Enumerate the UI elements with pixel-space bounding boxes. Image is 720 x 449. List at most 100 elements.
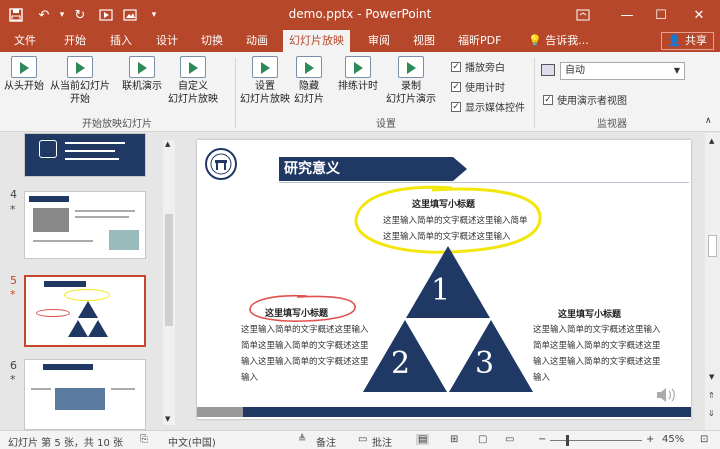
custom-slideshow-button[interactable]: 自定义 幻灯片放映 (168, 56, 218, 106)
group-label-monitor: 监视器 (597, 119, 627, 130)
comments-button[interactable]: 批注 (372, 434, 392, 449)
slide-thumbnail-panel: 4 * 5 * 6 * (0, 133, 178, 430)
tell-me-search[interactable]: 💡 告诉我... (522, 30, 595, 52)
chevron-down-icon: ▼ (673, 66, 680, 75)
slideshow-current-icon (67, 56, 93, 78)
slide-sorter-icon[interactable]: ⊞ (450, 434, 458, 445)
zoom-in-icon[interactable]: + (646, 434, 654, 445)
present-online-label: 联机演示 (122, 81, 162, 92)
tab-design[interactable]: 设计 (150, 30, 184, 52)
fit-to-window-icon[interactable]: ⊡ (700, 434, 708, 445)
minimize-icon[interactable]: — (612, 4, 642, 26)
play-narrations-checkbox[interactable]: ✓ 播放旁白 (451, 59, 505, 74)
monitor-icon (541, 64, 555, 76)
scroll-up-icon[interactable]: ▲ (165, 140, 170, 148)
speaker-icon[interactable] (655, 386, 677, 407)
show-media-controls-checkbox[interactable]: ✓ 显示媒体控件 (451, 99, 525, 114)
from-beginning-button[interactable]: 从头开始 (4, 56, 44, 93)
thumbnail-title (44, 281, 86, 287)
left-subheading[interactable]: 这里填写小标题 (265, 306, 328, 319)
normal-view-icon[interactable]: ▤ (416, 434, 430, 445)
slide-thumbnail-5[interactable] (24, 275, 146, 347)
title-bar: ↶ ▾ ↻ ▾ demo.pptx - PowerPoint — ☐ ✕ (0, 0, 720, 30)
title-underline (279, 182, 689, 183)
maximize-icon[interactable]: ☐ (646, 4, 676, 26)
top-subheading[interactable]: 这里填写小标题 (412, 197, 475, 210)
thumbnail-line (75, 216, 129, 218)
checkmark-icon: ✓ (451, 81, 461, 92)
slide-title[interactable]: 研究意义 (279, 157, 467, 181)
tab-file[interactable]: 文件 (8, 30, 42, 52)
scroll-thumb[interactable] (165, 214, 173, 326)
slide-thumbnail-6[interactable] (24, 359, 146, 430)
zoom-slider[interactable] (550, 440, 642, 441)
tab-transitions[interactable]: 切换 (195, 30, 229, 52)
thumbnail-title (29, 196, 69, 202)
previous-slide-icon[interactable]: ⇑ (708, 391, 715, 400)
tab-slideshow[interactable]: 幻灯片放映 (283, 30, 350, 52)
language-indicator[interactable]: 中文(中国) (168, 434, 216, 449)
scroll-down-icon[interactable]: ▼ (165, 415, 170, 423)
bottom-band (197, 407, 691, 417)
reading-view-icon[interactable]: ▢ (478, 434, 487, 445)
triangle-3-label: 3 (475, 346, 495, 381)
thumbnail-triangles (68, 301, 108, 337)
tell-me-label: 告诉我... (545, 34, 589, 47)
next-slide-icon[interactable]: ⇓ (708, 409, 715, 418)
hide-slide-button[interactable]: 隐藏 幻灯片 (294, 56, 324, 106)
tab-view[interactable]: 视图 (407, 30, 441, 52)
ribbon-display-icon[interactable] (568, 4, 598, 26)
thumbnail-title (43, 364, 93, 370)
slide-star: * (10, 288, 16, 301)
checkmark-icon: ✓ (543, 94, 553, 105)
present-online-icon (129, 56, 155, 78)
setup-slideshow-button[interactable]: 设置 幻灯片放映 (240, 56, 290, 106)
scroll-down-icon[interactable]: ▼ (709, 373, 714, 381)
tab-insert[interactable]: 插入 (104, 30, 138, 52)
thumbnail-scrollbar[interactable]: ▲ ▼ (163, 140, 175, 425)
right-body-text[interactable]: 这里输入简单的文字概述这里输入简单这里输入简单的文字概述这里输入这里输入简单的文… (533, 322, 663, 386)
present-online-button[interactable]: 联机演示 (122, 56, 162, 93)
rehearse-timer-icon (345, 56, 371, 78)
zoom-slider-thumb[interactable] (566, 435, 569, 446)
tab-animations[interactable]: 动画 (240, 30, 274, 52)
slide-canvas[interactable]: 研究意义 这里填写小标题 这里输入简单的文字概述这里输入简单这里输入简单的文字概… (197, 140, 691, 419)
group-divider (534, 58, 535, 128)
custom-slideshow-label: 自定义 幻灯片放映 (168, 81, 218, 105)
thumbnail-line (33, 240, 93, 242)
slide-scrollbar[interactable]: ▲ ▼ ⇑ ⇓ (705, 133, 720, 430)
zoom-level[interactable]: 45% (662, 434, 684, 445)
slideshow-view-icon[interactable]: ▭ (505, 434, 514, 445)
monitor-select[interactable]: 自动 ▼ (560, 62, 685, 80)
tab-home[interactable]: 开始 (58, 30, 92, 52)
hide-slide-label: 隐藏 幻灯片 (294, 81, 324, 105)
slide-thumbnail-3[interactable] (24, 133, 146, 177)
presenter-view-checkbox[interactable]: ✓ 使用演示者视图 (543, 92, 627, 107)
share-button[interactable]: 👤 共享 (660, 32, 714, 50)
slide-number: 4 (10, 188, 17, 201)
close-icon[interactable]: ✕ (684, 4, 714, 26)
scroll-up-icon[interactable]: ▲ (709, 137, 714, 145)
collapse-ribbon-icon[interactable]: ∧ (705, 116, 712, 126)
lightbulb-icon: 💡 (528, 34, 542, 47)
tab-review[interactable]: 审阅 (362, 30, 396, 52)
tab-foxit-pdf[interactable]: 福昕PDF (452, 30, 507, 52)
slide-thumbnail-4[interactable] (24, 191, 146, 259)
record-slideshow-button[interactable]: 录制 幻灯片演示 (386, 56, 436, 106)
right-subheading[interactable]: 这里填写小标题 (558, 307, 621, 320)
ribbon: 从头开始 从当前幻灯片 开始 联机演示 自定义 幻灯片放映 设置 幻灯片放映 隐… (0, 52, 720, 132)
rehearse-timings-button[interactable]: 排练计时 (338, 56, 378, 93)
from-current-label: 从当前幻灯片 开始 (50, 81, 110, 105)
from-current-button[interactable]: 从当前幻灯片 开始 (50, 56, 110, 106)
record-icon (398, 56, 424, 78)
monitor-icon (39, 140, 57, 158)
status-bar: 幻灯片 第 5 张，共 10 张 ⎘ 中文(中国) ≜ 备注 ▭ 批注 ▤ ⊞ … (0, 430, 720, 449)
triangle-diagram (363, 246, 533, 392)
top-body-text[interactable]: 这里输入简单的文字概述这里输入简单这里输入简单的文字概述这里输入 (383, 213, 533, 245)
notes-button[interactable]: 备注 (316, 434, 336, 449)
zoom-out-icon[interactable]: − (538, 434, 546, 445)
scroll-thumb[interactable] (708, 235, 717, 257)
left-body-text[interactable]: 这里输入简单的文字概述这里输入简单这里输入简单的文字概述这里输入这里输入简单的文… (241, 322, 371, 386)
spellcheck-icon[interactable]: ⎘ (140, 434, 148, 445)
use-timings-checkbox[interactable]: ✓ 使用计时 (451, 79, 505, 94)
